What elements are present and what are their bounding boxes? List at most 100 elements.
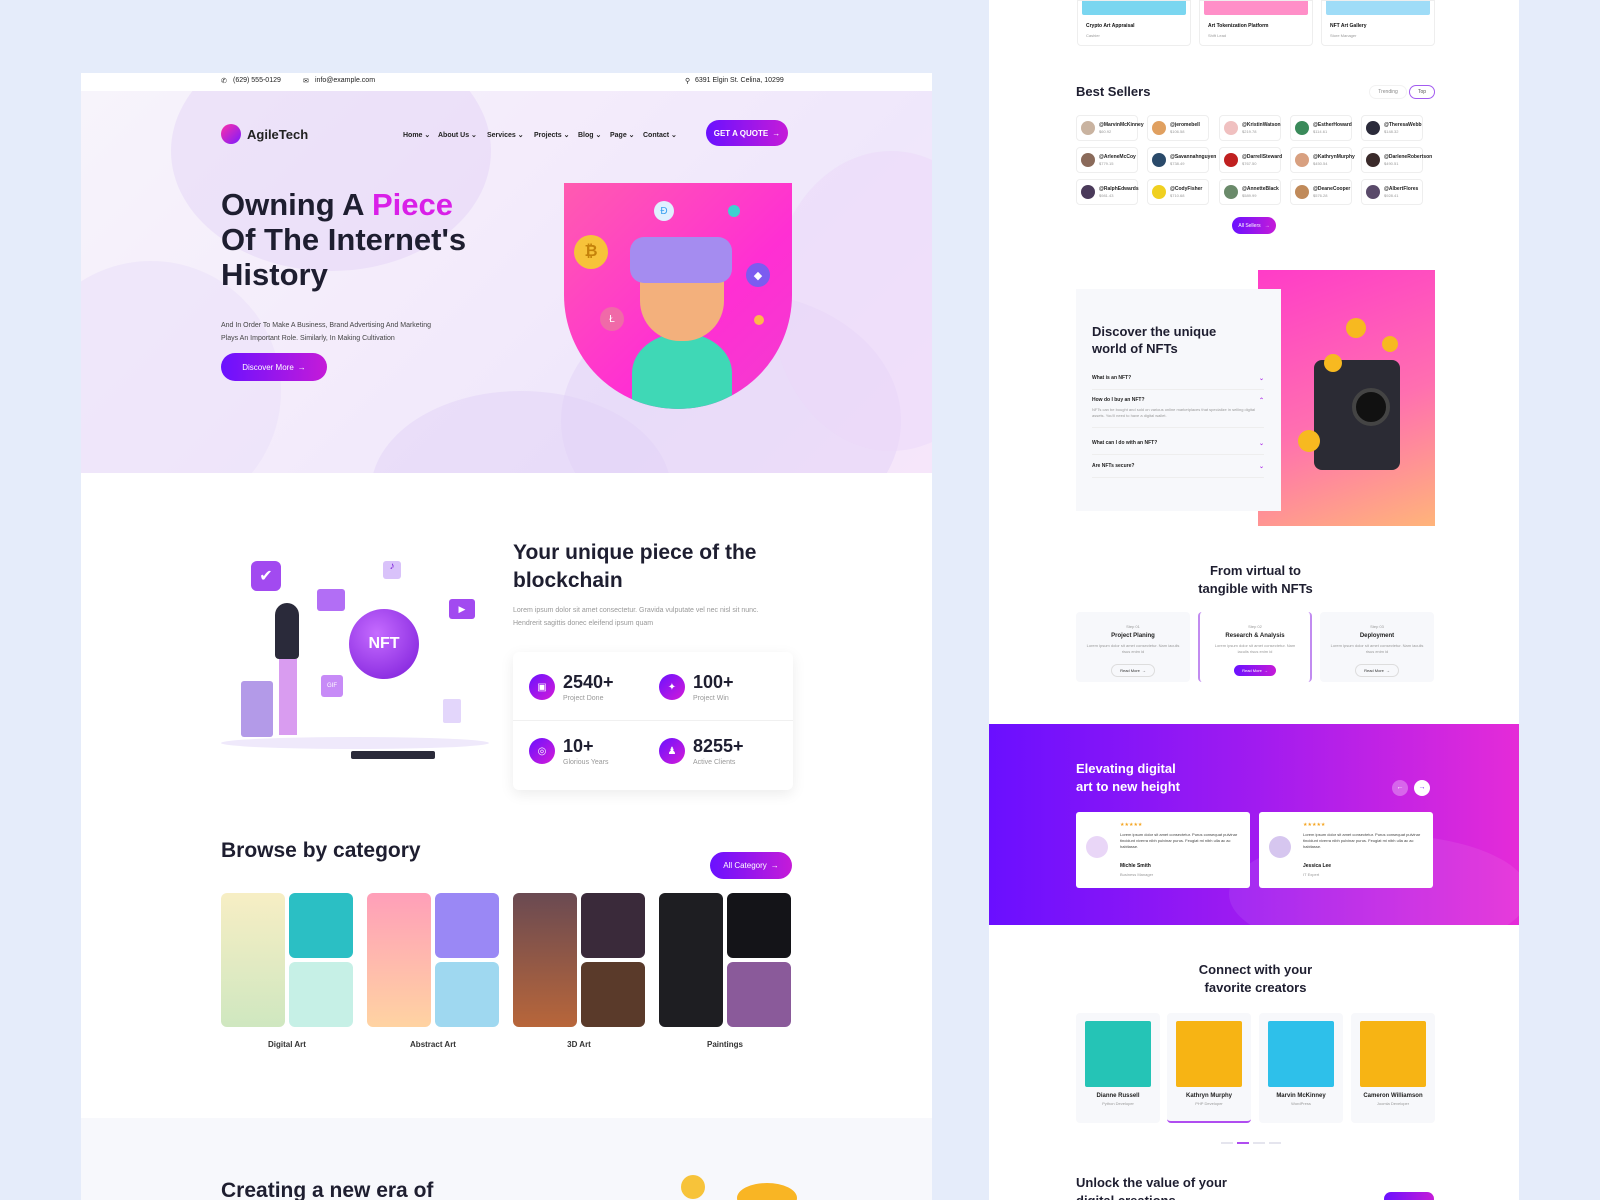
- abstract-art-image-1: [367, 893, 431, 1027]
- avatar: [1295, 185, 1309, 199]
- seller-card[interactable]: @MarvinMcKinney $60.92: [1076, 115, 1144, 141]
- category-3d-art[interactable]: [513, 893, 645, 1027]
- testimonial-card-2: ★★★★★ Lorem ipsum dolor sit amet consect…: [1259, 812, 1433, 888]
- seller-card[interactable]: @jeromebell $106.58: [1147, 115, 1209, 141]
- testimonial-name: Jessica Lee: [1303, 863, 1332, 869]
- faq-item-3[interactable]: What can I do with an NFT? ⌄: [1092, 440, 1264, 455]
- nav-contact[interactable]: Contact ⌄: [643, 131, 677, 139]
- top-card-3[interactable]: NFT Art Gallery Store Manager: [1321, 0, 1435, 46]
- seller-name: @jeromebell: [1170, 122, 1200, 128]
- category-paintings[interactable]: [659, 893, 791, 1027]
- creator-card-2[interactable]: Kathryn Murphy PHP Developer: [1167, 1013, 1251, 1123]
- paintings-image-2: [727, 893, 791, 958]
- stat-project-win: ✦ 100+ Project Win: [659, 672, 734, 702]
- seller-card[interactable]: @ArleneMcCoy $779.15: [1076, 147, 1138, 173]
- faq-item-4[interactable]: Are NFTs secure? ⌄: [1092, 463, 1264, 478]
- top-card-role: Cashier: [1086, 33, 1100, 38]
- email-text[interactable]: info@example.com: [315, 77, 375, 84]
- carousel-dot-active[interactable]: [1237, 1142, 1249, 1144]
- seller-card[interactable]: @DarleneRobertson $490.51: [1361, 147, 1432, 173]
- testimonials-section: Elevating digital art to new height ← →: [989, 724, 1519, 954]
- step-card-1[interactable]: Step 01 Project Planing Lorem ipsum dolor …: [1076, 612, 1190, 682]
- tab-trending[interactable]: Trending: [1369, 85, 1407, 99]
- play-icon: ▶: [449, 599, 475, 619]
- faq-card: Discover the unique world of NFTs What is…: [1076, 289, 1281, 511]
- seller-card[interactable]: @DarrellSteward $767.50: [1219, 147, 1282, 173]
- seller-card[interactable]: @RalphEdwards $981.43: [1076, 179, 1139, 205]
- creator-card-4[interactable]: Cameron Williamson Joomla Developer: [1351, 1013, 1435, 1123]
- seller-card[interactable]: @AnnetteBlack $589.99: [1219, 179, 1281, 205]
- nav-services[interactable]: Services ⌄: [487, 131, 524, 139]
- seller-price: $738.49: [1170, 161, 1185, 166]
- get-quote-button[interactable]: GET A QUOTE →: [706, 120, 788, 146]
- top-card-1[interactable]: Crypto Art Appraisal Cashier: [1077, 0, 1191, 46]
- creator-card-1[interactable]: Dianne Russell Python Developer: [1076, 1013, 1160, 1123]
- category-digital-art[interactable]: [221, 893, 353, 1027]
- faq-item-2[interactable]: How do I buy an NFT? ⌃ NFTs can be bought …: [1092, 397, 1264, 428]
- phone-text[interactable]: (629) 555-0129: [233, 77, 281, 84]
- step-card-3[interactable]: Step 03 Deployment Lorem ipsum dolor sit a…: [1320, 612, 1434, 682]
- hero-subtitle-2: Plays An Important Role. Similarly, In M…: [221, 335, 395, 342]
- seller-card[interactable]: @KristinWatson $219.78: [1219, 115, 1281, 141]
- seller-card[interactable]: @DeaneCooper $576.28: [1290, 179, 1352, 205]
- seller-price: $767.50: [1242, 161, 1257, 166]
- seller-card[interactable]: @KathrynMurphy $450.54: [1290, 147, 1355, 173]
- paintings-image-1: [659, 893, 723, 1027]
- stats-divider: [513, 720, 793, 721]
- nav-blog[interactable]: Blog ⌄: [578, 131, 601, 139]
- all-category-button[interactable]: All Category →: [710, 852, 792, 879]
- seller-card[interactable]: @CodyFisher $710.68: [1147, 179, 1209, 205]
- top-card-2[interactable]: Art Tokenization Platform Shift Lead: [1199, 0, 1313, 46]
- nft-sphere: NFT: [349, 609, 419, 679]
- nav-about[interactable]: About Us ⌄: [438, 131, 477, 139]
- avatar: [1152, 121, 1166, 135]
- gold-orb: [754, 315, 764, 325]
- carousel-dot[interactable]: [1221, 1142, 1233, 1144]
- category-abstract-art[interactable]: [367, 893, 499, 1027]
- carousel-dot[interactable]: [1253, 1142, 1265, 1144]
- top-card-title: Art Tokenization Platform: [1208, 23, 1269, 29]
- discover-more-button[interactable]: Discover More →: [221, 353, 327, 381]
- all-sellers-button[interactable]: All Sellers →: [1232, 217, 1276, 234]
- pedestal: [351, 751, 435, 759]
- carousel-dot[interactable]: [1269, 1142, 1281, 1144]
- top-bar: ✆ (629) 555-0129 ✉ info@example.com ⚲ 63…: [81, 73, 932, 91]
- brand-logo[interactable]: AgileTech: [221, 124, 308, 144]
- stats-card: ▣ 2540+ Project Done ✦ 100+ Project Win ◎ 10+…: [513, 652, 793, 790]
- prev-arrow-button[interactable]: ←: [1392, 780, 1408, 796]
- seller-card[interactable]: @Savannahnguyen $738.49: [1147, 147, 1216, 173]
- nav-page[interactable]: Page ⌄: [610, 131, 635, 139]
- seller-name: @AlbertFlores: [1384, 186, 1419, 192]
- top-card-role: Store Manager: [1330, 33, 1357, 38]
- bottom-button[interactable]: [1384, 1192, 1434, 1200]
- step-card-2[interactable]: Step 02 Research & Analysis Lorem ipsum do…: [1198, 612, 1312, 682]
- category-label-3d-art: 3D Art: [567, 1040, 591, 1049]
- badge-icon: ◎: [529, 738, 555, 764]
- creator-avatar: [1176, 1021, 1242, 1087]
- testimonials-title: Elevating digital art to new height: [1076, 761, 1180, 794]
- testimonial-role: IT Expert: [1303, 872, 1320, 877]
- figure-shirt: [632, 333, 732, 409]
- nav-home[interactable]: Home ⌄: [403, 131, 430, 139]
- faq-item-1[interactable]: What is an NFT? ⌄: [1092, 375, 1264, 390]
- next-arrow-button[interactable]: →: [1414, 780, 1430, 796]
- vault-illustration: [1258, 270, 1435, 526]
- read-more-button[interactable]: Read More →: [1111, 664, 1155, 677]
- tab-top[interactable]: Top: [1409, 85, 1435, 99]
- seller-price: $710.68: [1170, 193, 1185, 198]
- avatar: [1081, 121, 1095, 135]
- digital-art-image-3: [289, 962, 353, 1027]
- avatar: [1366, 121, 1380, 135]
- avatar: [1081, 185, 1095, 199]
- read-more-button[interactable]: Read More →: [1355, 664, 1399, 677]
- read-more-button[interactable]: Read More →: [1234, 665, 1276, 676]
- next-section-title: Creating a new era of: [221, 1179, 434, 1200]
- chevron-down-icon: ⌄: [1258, 441, 1264, 447]
- avatar: [1269, 836, 1291, 858]
- hero-title-line-3: History: [221, 257, 328, 292]
- seller-card[interactable]: @TheresaWebb $148.32: [1361, 115, 1423, 141]
- creator-card-3[interactable]: Marvin McKinney WordPress: [1259, 1013, 1343, 1123]
- nav-projects[interactable]: Projects ⌄: [534, 131, 569, 139]
- seller-card[interactable]: @AlbertFlores $928.41: [1361, 179, 1423, 205]
- seller-card[interactable]: @EstherHoward $114.61: [1290, 115, 1352, 141]
